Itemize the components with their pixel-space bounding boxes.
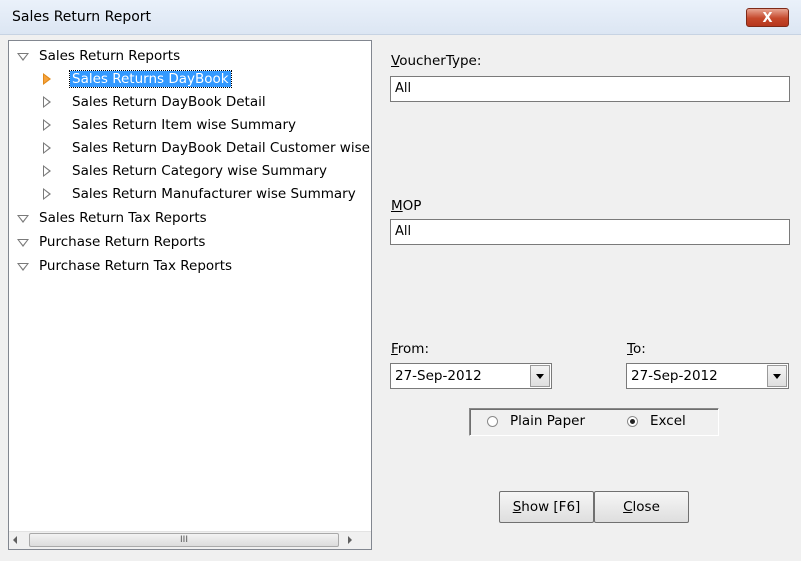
from-date-value: 27-Sep-2012 — [395, 368, 482, 384]
to-date-value: 27-Sep-2012 — [631, 368, 718, 384]
scroll-right-arrow-icon[interactable] — [348, 536, 352, 544]
tree-node-label: Sales Return Tax Reports — [39, 210, 207, 226]
mop-label: MOP — [391, 198, 422, 214]
leaf-arrow-icon — [43, 73, 51, 85]
leaf-arrow-icon — [43, 142, 51, 154]
tree-node-purchase-return-reports[interactable]: Purchase Return Reports — [17, 231, 205, 253]
from-label: From: — [391, 341, 430, 357]
tree-leaf-category-wise-summary[interactable]: Sales Return Category wise Summary — [41, 160, 327, 182]
tree-leaf-label: Sales Return Item wise Summary — [72, 117, 296, 133]
expanded-arrow-icon[interactable] — [17, 53, 29, 61]
scroll-thumb[interactable]: III — [29, 533, 339, 547]
leaf-arrow-icon — [43, 96, 51, 108]
expanded-arrow-icon[interactable] — [17, 215, 29, 223]
expanded-arrow-icon[interactable] — [17, 263, 29, 271]
tree-leaf-item-wise-summary[interactable]: Sales Return Item wise Summary — [41, 114, 296, 136]
plain-paper-label[interactable]: Plain Paper — [510, 413, 585, 429]
tree-leaf-manufacturer-wise-summary[interactable]: Sales Return Manufacturer wise Summary — [41, 183, 356, 205]
show-button[interactable]: Show [F6] — [499, 491, 594, 523]
tree-leaf-daybook-detail-customer-wise[interactable]: Sales Return DayBook Detail Customer wis… — [41, 137, 370, 159]
tree-node-label: Purchase Return Reports — [39, 234, 206, 250]
chevron-down-icon[interactable] — [530, 365, 550, 387]
leaf-arrow-icon — [43, 165, 51, 177]
tree-node-sales-return-tax-reports[interactable]: Sales Return Tax Reports — [17, 207, 207, 229]
from-date-dropdown[interactable]: 27-Sep-2012 — [390, 363, 552, 389]
window-close-button[interactable]: X — [746, 8, 789, 27]
tree-node-label: Sales Return Reports — [39, 48, 181, 64]
horizontal-scrollbar[interactable]: III — [9, 531, 371, 549]
window-title: Sales Return Report — [12, 9, 152, 25]
excel-label[interactable]: Excel — [650, 413, 686, 429]
close-button[interactable]: Close — [594, 491, 689, 523]
expanded-arrow-icon[interactable] — [17, 239, 29, 247]
tree-leaf-label: Sales Return Category wise Summary — [72, 163, 327, 179]
tree-node-label: Purchase Return Tax Reports — [39, 258, 233, 274]
tree-node-purchase-return-tax-reports[interactable]: Purchase Return Tax Reports — [17, 255, 232, 277]
leaf-arrow-icon — [43, 188, 51, 200]
scroll-left-arrow-icon[interactable] — [13, 536, 17, 544]
tree-leaf-sales-returns-daybook[interactable]: Sales Returns DayBook — [41, 68, 232, 90]
voucher-type-field[interactable]: All — [390, 76, 790, 102]
excel-radio[interactable] — [627, 416, 638, 427]
chevron-down-icon[interactable] — [767, 365, 787, 387]
tree-leaf-label: Sales Return Manufacturer wise Summary — [72, 186, 356, 202]
tree-leaf-daybook-detail[interactable]: Sales Return DayBook Detail — [41, 91, 266, 113]
grip-icon: III — [180, 535, 188, 545]
to-label: To: — [627, 341, 646, 357]
tree-leaf-label: Sales Return DayBook Detail — [72, 94, 266, 110]
to-date-dropdown[interactable]: 27-Sep-2012 — [626, 363, 789, 389]
output-format-group: Plain Paper Excel — [469, 408, 719, 436]
plain-paper-radio[interactable] — [487, 416, 498, 427]
tree-leaf-label: Sales Return DayBook Detail Customer wis… — [72, 140, 370, 156]
title-bar: Sales Return Report X — [0, 0, 801, 35]
report-tree[interactable]: Sales Return Reports Sales Returns DayBo… — [8, 40, 372, 550]
leaf-arrow-icon — [43, 119, 51, 131]
tree-leaf-label: Sales Returns DayBook — [69, 70, 232, 88]
voucher-type-label: VoucherType: — [391, 53, 482, 69]
tree-node-sales-return-reports[interactable]: Sales Return Reports — [17, 45, 180, 67]
mop-field[interactable]: All — [390, 219, 790, 245]
